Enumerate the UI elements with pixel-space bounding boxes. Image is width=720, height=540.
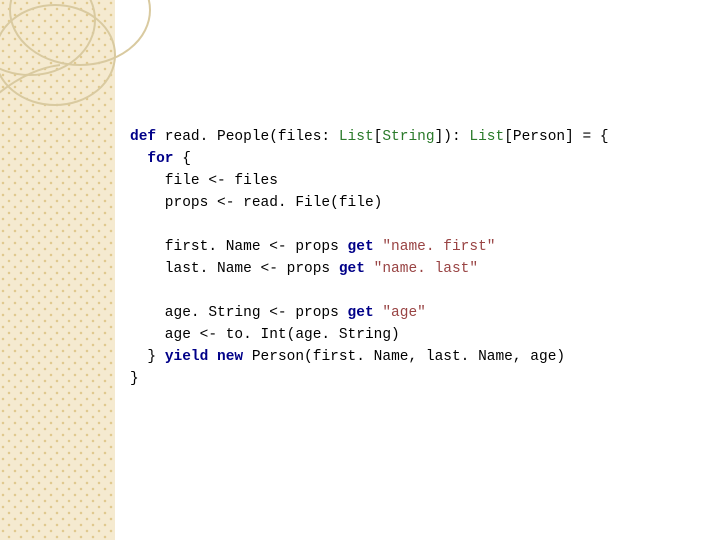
code-line: age <- to. Int(age. String): [130, 327, 400, 343]
str-first: "name. first": [382, 239, 495, 255]
tok: }: [130, 349, 165, 365]
type-list1: List: [339, 129, 374, 145]
tok: [Person] = {: [504, 129, 608, 145]
code-line: }: [130, 371, 139, 387]
kw-get: get: [348, 305, 374, 321]
kw-new: new: [217, 349, 243, 365]
kw-def: def: [130, 129, 156, 145]
tok: first. Name <- props: [130, 239, 348, 255]
kw-get: get: [348, 239, 374, 255]
kw-for: for: [130, 151, 174, 167]
code-snippet: def read. People(files: List[String]): L…: [130, 126, 609, 390]
tok: ]):: [435, 129, 470, 145]
str-age: "age": [382, 305, 426, 321]
str-last: "name. last": [374, 261, 478, 277]
tok: age. String <- props: [130, 305, 348, 321]
sidebar-pattern: [0, 0, 115, 540]
type-list2: List: [469, 129, 504, 145]
tok: last. Name <- props: [130, 261, 339, 277]
tok: read. People(files:: [156, 129, 339, 145]
type-string: String: [382, 129, 434, 145]
kw-yield: yield: [165, 349, 209, 365]
tok: [208, 349, 217, 365]
code-line: props <- read. File(file): [130, 195, 382, 211]
tok: [365, 261, 374, 277]
tok: {: [174, 151, 191, 167]
code-line: file <- files: [130, 173, 278, 189]
tok: Person(first. Name, last. Name, age): [243, 349, 565, 365]
kw-get: get: [339, 261, 365, 277]
